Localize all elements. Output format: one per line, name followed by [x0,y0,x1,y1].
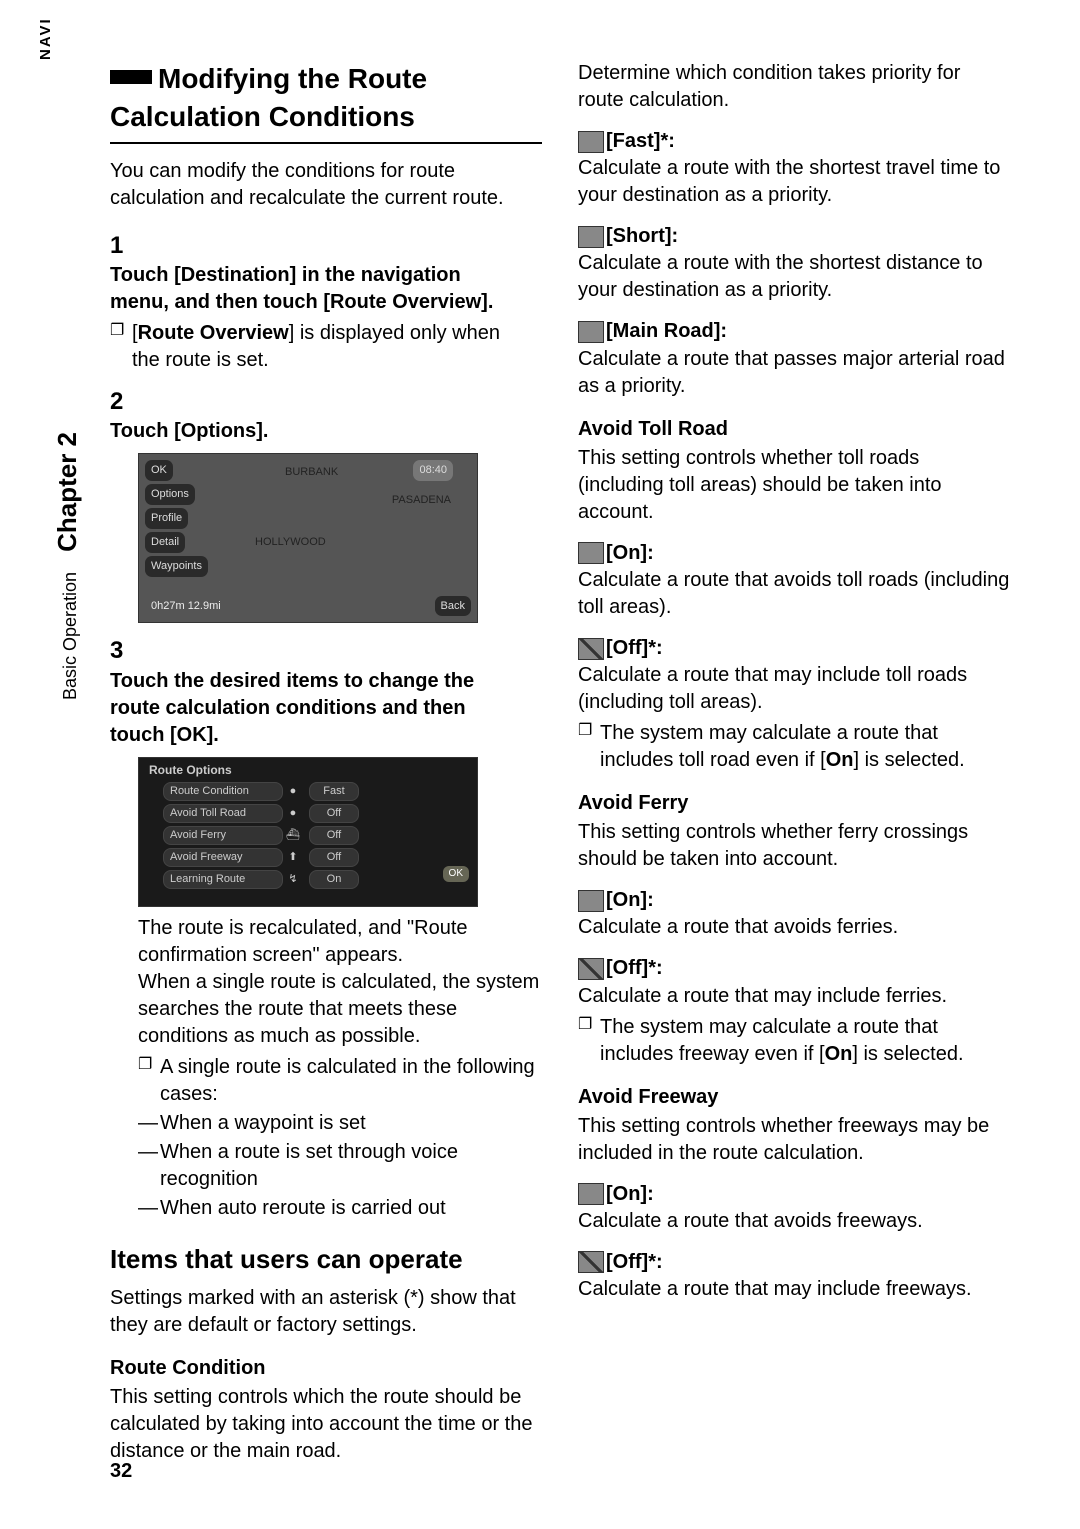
step-head: Touch the desired items to change the ro… [110,670,474,746]
param-body: This setting controls which the route sh… [110,1384,542,1465]
toll-on-icon [578,542,604,564]
toll-off-icon [578,638,604,660]
step-note: A single route is calculated in the foll… [138,1054,542,1108]
freeway-on-icon [578,1183,604,1205]
opt-label: [Off]*: [606,637,663,659]
ss2-row: Avoid Ferry⛴Off [163,826,463,845]
ss-loc1: BURBANK [279,462,344,483]
main-road-icon [578,321,604,343]
step-note: [Route Overview] is displayed only when … [110,320,510,374]
intro-text: You can modify the conditions for route … [110,158,542,212]
freeway-off-icon [578,1251,604,1273]
param-body: This setting controls whether toll roads… [578,445,1010,526]
step-number: 1 [110,230,138,262]
opt-note: The system may calculate a route that in… [578,720,1010,774]
ss2-row: Learning Route↯On [163,870,463,889]
opt-body: Calculate a route that may include freew… [578,1276,1010,1303]
side-tab-chapter-label: Chapter 2 [52,432,82,552]
step-head: Touch [Options]. [110,420,269,442]
opt-label: [Main Road]: [606,321,727,343]
heading-main: Modifying the Route Calculation Conditio… [110,60,542,144]
lead-text: Determine which condition takes priority… [578,60,1010,114]
param-head: Avoid Toll Road [578,416,1010,443]
ss-bottom: 0h27m 12.9mi [145,596,227,617]
opt-label: [Off]*: [606,958,663,980]
opt-body: Calculate a route that passes major arte… [578,346,1010,400]
subheading-desc: Settings marked with an asterisk (*) sho… [110,1285,542,1339]
fast-icon [578,131,604,153]
opt-label: [Short]: [606,225,678,247]
opt-note: The system may calculate a route that in… [578,1014,1010,1068]
ferry-on-icon [578,890,604,912]
heading-leadbar [110,70,152,84]
subheading: Items that users can operate [110,1242,542,1277]
ss-waypoints: Waypoints [145,556,208,577]
ss2-ok: OK [443,866,469,882]
right-column: Determine which condition takes priority… [578,60,1010,1465]
ss2-row: Avoid Freeway⬆Off [163,848,463,867]
side-tab-chapter: Basic Operation Chapter 2 [50,432,85,700]
ss-profile: Profile [145,508,188,529]
ss-detail: Detail [145,532,185,553]
opt-body: Calculate a route that avoids freeways. [578,1208,1010,1235]
param-head: Avoid Ferry [578,790,1010,817]
side-tab-section: Basic Operation [60,572,80,700]
opt-label: [Fast]*: [606,130,675,152]
opt-label: [Off]*: [606,1251,663,1273]
opt-body: Calculate a route that may include ferri… [578,983,1010,1010]
side-tab-navi: NAVI [36,17,56,60]
step-head: Touch [Destination] in the navigation me… [110,264,493,313]
ferry-off-icon [578,958,604,980]
param-head: Avoid Freeway [578,1084,1010,1111]
step-number: 3 [110,635,138,667]
left-column: Modifying the Route Calculation Conditio… [110,60,542,1465]
ss-back: Back [435,596,471,617]
ss-options: Options [145,484,195,505]
opt-label: [On]: [606,1183,654,1205]
ss-time: 08:40 [413,460,453,481]
opt-label: [On]: [606,542,654,564]
page-number: 32 [110,1458,132,1485]
opt-body: Calculate a route that avoids ferries. [578,914,1010,941]
opt-label: [On]: [606,889,654,911]
opt-body: Calculate a route that avoids toll roads… [578,567,1010,621]
param-body: This setting controls whether ferry cros… [578,819,1010,873]
step-number: 2 [110,386,138,418]
param-body: This setting controls whether freeways m… [578,1113,1010,1167]
after-shot-text: The route is recalculated, and "Route co… [138,915,542,1050]
ss2-row: Avoid Toll Road●Off [163,804,463,823]
opt-body: Calculate a route with the shortest trav… [578,155,1010,209]
options-screenshot: Route Options Route Condition●Fast Avoid… [138,757,478,907]
ss-loc2: PASADENA [386,490,457,511]
ss-loc3: HOLLYWOOD [249,532,332,553]
opt-body: Calculate a route that may include toll … [578,662,1010,716]
ss-ok: OK [145,460,173,481]
ss2-row: Route Condition●Fast [163,782,463,801]
ss2-title: Route Options [149,762,232,778]
opt-body: Calculate a route with the shortest dist… [578,250,1010,304]
short-icon [578,226,604,248]
dash-item: When a waypoint is set [138,1110,542,1137]
map-screenshot: OK Options Profile Detail Waypoints 08:4… [138,453,478,623]
param-head: Route Condition [110,1355,542,1382]
dash-item: When auto reroute is carried out [138,1195,542,1222]
dash-item: When a route is set through voice recogn… [138,1139,542,1193]
